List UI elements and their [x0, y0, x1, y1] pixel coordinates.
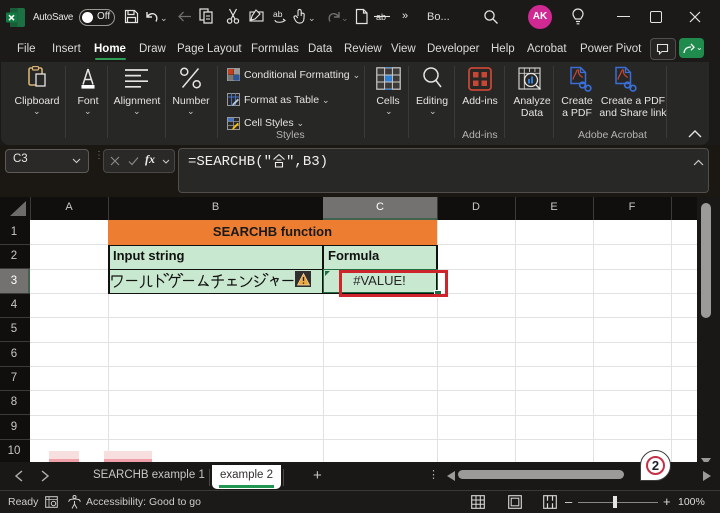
svg-text:ab: ab — [273, 9, 283, 19]
